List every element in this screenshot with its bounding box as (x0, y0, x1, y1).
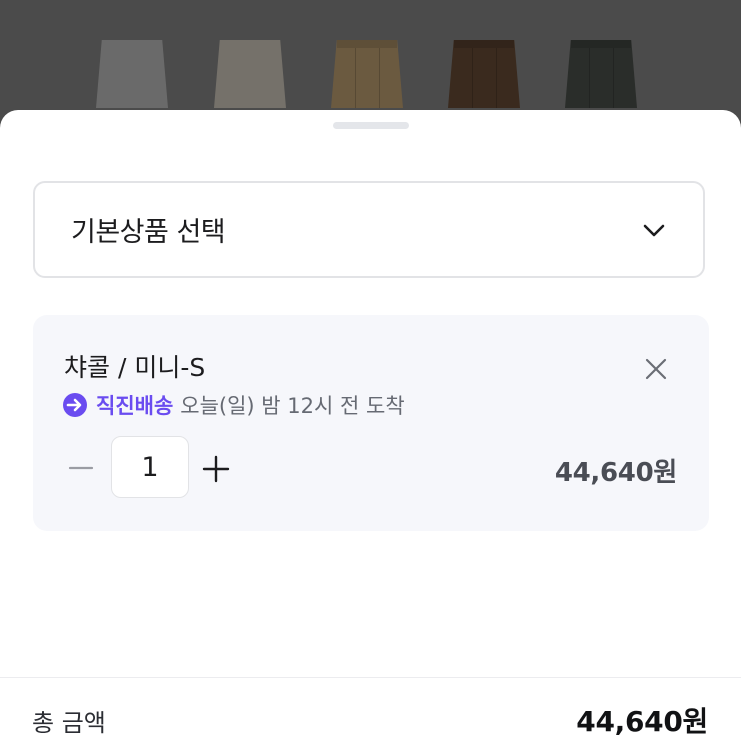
option-bottom-sheet: 기본상품 선택 챠콜 / 미니-S 직진배송 오늘(일) 밤 12시 전 도착 … (0, 110, 741, 741)
option-price: 44,640원 (554, 458, 677, 488)
divider (0, 677, 741, 678)
base-product-select[interactable]: 기본상품 선택 (33, 181, 705, 278)
delivery-info: 직진배송 오늘(일) 밤 12시 전 도착 (62, 388, 405, 422)
arrow-circle-icon (63, 393, 87, 417)
option-name: 챠콜 / 미니-S (64, 353, 206, 382)
option-thumbnail-2 (214, 40, 286, 108)
option-thumbnail-4 (448, 40, 520, 108)
delivery-brand: 직진배송 (96, 394, 174, 418)
chevron-down-icon (643, 224, 665, 237)
option-thumbnail-3 (331, 40, 403, 108)
option-thumbnail-5 (565, 40, 637, 108)
total-price: 44,640원 (576, 705, 708, 738)
delivery-eta: 오늘(일) 밤 12시 전 도착 (180, 394, 405, 418)
select-label: 기본상품 선택 (71, 217, 226, 248)
minus-icon[interactable] (68, 455, 94, 481)
total-label: 총 금액 (32, 709, 106, 737)
selected-option-card: 챠콜 / 미니-S 직진배송 오늘(일) 밤 12시 전 도착 1 44,640… (33, 315, 709, 531)
option-thumbnail-1 (96, 40, 168, 108)
close-icon[interactable] (642, 355, 670, 383)
plus-icon[interactable] (202, 455, 230, 483)
quantity-field[interactable]: 1 (111, 436, 189, 498)
drag-handle[interactable] (333, 122, 409, 129)
